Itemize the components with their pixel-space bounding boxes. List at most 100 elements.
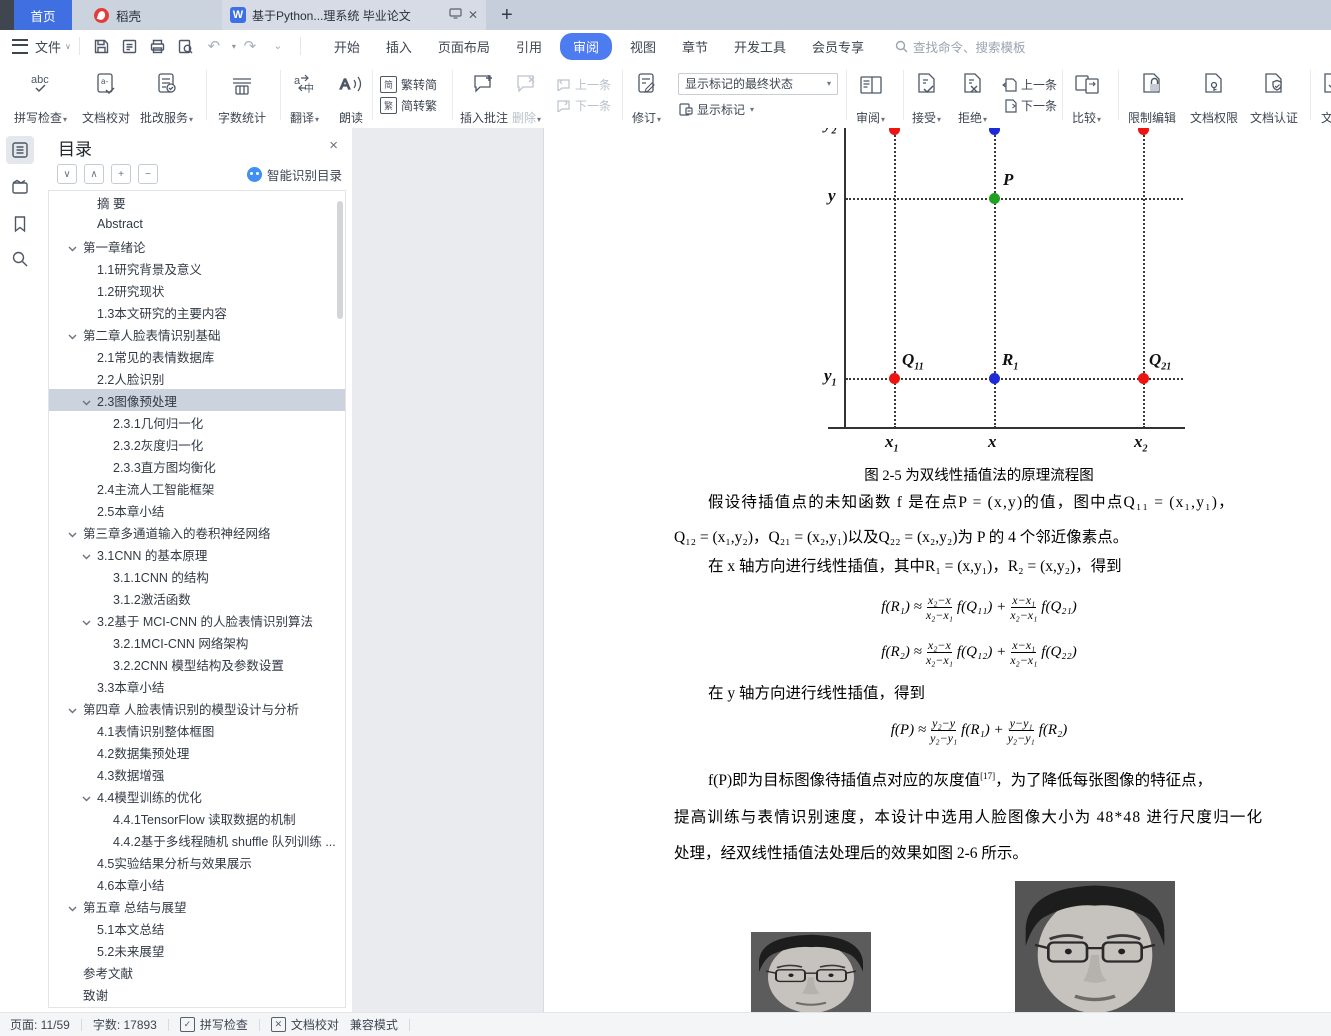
doc-proofread-button[interactable]: a- 文档校对 — [80, 67, 132, 129]
review-pane-button[interactable]: 审阅▾ — [854, 67, 887, 129]
toc-item[interactable]: 第五章 总结与展望 — [49, 895, 345, 917]
chevron-down-icon[interactable] — [68, 704, 77, 714]
next-revision-button[interactable]: 下一条 — [1002, 97, 1057, 114]
menu-tab-reference[interactable]: 引用 — [516, 37, 542, 56]
toc-item[interactable]: 3.2.1MCI-CNN 网络架构 — [49, 631, 345, 653]
menu-tab-start[interactable]: 开始 — [334, 37, 360, 56]
page-indicator[interactable]: 页面: 11/59 — [10, 1016, 70, 1033]
toc-item[interactable]: 1.3本文研究的主要内容 — [49, 301, 345, 323]
collapse-all-button[interactable]: ∨ — [57, 164, 77, 184]
word-count-button[interactable]: 字数统计 — [216, 67, 268, 129]
toc-item[interactable]: 4.1表情识别整体框图 — [49, 719, 345, 741]
spell-check-button[interactable]: abc 拼写检查▾ — [12, 67, 69, 129]
simp-to-trad-button[interactable]: 繁 简转繁 — [380, 97, 437, 114]
toc-item[interactable]: 第一章绪论 — [49, 235, 345, 257]
menu-tab-member[interactable]: 会员专享 — [812, 37, 864, 56]
export-pdf-button[interactable] — [119, 35, 141, 57]
smart-toc-button[interactable]: 智能识别目录 — [246, 165, 342, 184]
equation-2-3[interactable]: f(P) ≈ y₂−y y₂−y₁ f(R₁) + y−y₁ y₂−y₁ f(R₂)… — [674, 716, 1284, 746]
chevron-down-icon[interactable] — [82, 792, 91, 802]
toc-item[interactable]: 3.2.2CNN 模型结构及参数设置 — [49, 653, 345, 675]
track-changes-button[interactable]: 修订▾ — [630, 67, 663, 129]
more-quick-tools-icon[interactable]: ⌄ — [267, 35, 289, 57]
undo-button[interactable]: ↶ — [203, 35, 225, 57]
markup-state-dropdown[interactable]: 显示标记的最终状态 ▾ — [678, 72, 838, 95]
menu-tab-page-layout[interactable]: 页面布局 — [438, 37, 490, 56]
toc-item[interactable]: 2.3图像预处理 — [49, 389, 345, 411]
toc-item[interactable]: 4.6本章小结 — [49, 873, 345, 895]
trad-to-simp-button[interactable]: 简 繁转简 — [380, 76, 437, 93]
doc-permission-button[interactable]: 文档权限 — [1188, 67, 1240, 129]
compare-button[interactable]: 比较▾ — [1070, 67, 1103, 129]
bookmark-icon[interactable] — [6, 210, 34, 238]
paragraph-line[interactable]: 提高训练与表情识别速度，本设计中选用人脸图像大小为 48*48 进行尺度归一化 — [674, 806, 1263, 830]
toc-item[interactable]: 4.2数据集预处理 — [49, 741, 345, 763]
toc-item[interactable]: 2.1常见的表情数据库 — [49, 345, 345, 367]
prev-comment-button[interactable]: 上一条 — [556, 76, 611, 93]
paragraph-line[interactable]: 在 x 轴方向进行线性插值，其中R₁ = (x,y₁)，R₂ = (x,y₂)，… — [708, 555, 1122, 579]
prev-revision-button[interactable]: 上一条 — [1002, 76, 1057, 93]
file-menu[interactable]: 文件 — [35, 37, 61, 56]
accept-revision-button[interactable]: 接受▾ — [910, 67, 943, 129]
chevron-down-icon[interactable] — [82, 396, 91, 406]
toc-item[interactable]: 5.1本文总结 — [49, 917, 345, 939]
toc-item[interactable]: 2.5本章小结 — [49, 499, 345, 521]
figure-caption[interactable]: 图 2-5 为双线性插值法的原理流程图 — [544, 464, 1331, 485]
show-markup-button[interactable]: 显示标记 ▾ — [678, 101, 838, 118]
toc-panel-icon[interactable] — [6, 136, 34, 164]
face-photo-small[interactable] — [751, 932, 871, 1013]
expand-all-button[interactable]: ∧ — [84, 164, 104, 184]
doc-auth-button[interactable]: 文档认证 — [1248, 67, 1300, 129]
toc-item[interactable]: 2.2人脸识别 — [49, 367, 345, 389]
grading-service-button[interactable]: 批改服务▾ — [138, 67, 195, 129]
reject-revision-button[interactable]: 拒绝▾ — [956, 67, 989, 129]
translate-button[interactable]: a中 翻译▾ — [288, 67, 321, 129]
toc-item[interactable]: 4.4.2基于多线程随机 shuffle 队列训练 ... — [49, 829, 345, 851]
print-preview-button[interactable] — [175, 35, 197, 57]
document-page[interactable]: y2 y y1 x1 x x2 P Q11 R1 Q21 图 2-5 为双线性插… — [544, 128, 1331, 1013]
expand-level-button[interactable]: + — [111, 164, 131, 184]
equation-2-2[interactable]: f(R₂) ≈ x₂−x x₂−x₁ f(Q₁₂) + x−x₁ x₂−x₁ f(Q… — [674, 638, 1284, 668]
toc-item[interactable]: 1.2研究现状 — [49, 279, 345, 301]
doc-proof-toggle[interactable]: ✕ 文档校对 — [270, 1016, 339, 1033]
menu-tab-dev-tools[interactable]: 开发工具 — [734, 37, 786, 56]
chevron-down-icon[interactable] — [68, 330, 77, 340]
collapse-level-button[interactable]: − — [138, 164, 158, 184]
tab-docer[interactable]: 稻壳 — [72, 0, 222, 30]
tab-document[interactable]: W 基于Python...理系统 毕业论文 ✕ — [222, 0, 486, 30]
restrict-editing-button[interactable]: 限制编辑 — [1126, 67, 1178, 129]
toc-item[interactable]: 2.3.3直方图均衡化 — [49, 455, 345, 477]
paragraph-line[interactable]: f(P)即为目标图像待插值点对应的灰度值[17]，为了降低每张图像的特征点， — [708, 764, 1212, 793]
toc-item[interactable]: 3.3本章小结 — [49, 675, 345, 697]
toc-item[interactable]: 3.1CNN 的基本原理 — [49, 543, 345, 565]
toc-item[interactable]: 第二章人脸表情识别基础 — [49, 323, 345, 345]
menu-tab-insert[interactable]: 插入 — [386, 37, 412, 56]
toc-item[interactable]: 3.2基于 MCI-CNN 的人脸表情识别算法 — [49, 609, 345, 631]
delete-comment-button[interactable]: 删除▾ — [510, 67, 543, 129]
menu-tab-section[interactable]: 章节 — [682, 37, 708, 56]
print-button[interactable] — [147, 35, 169, 57]
paragraph-line[interactable]: 在 y 轴方向进行线性插值，得到 — [708, 682, 925, 706]
monitor-icon[interactable] — [449, 8, 462, 22]
new-tab-button[interactable]: + — [501, 5, 513, 25]
toc-item[interactable]: 第四章 人脸表情识别的模型设计与分析 — [49, 697, 345, 719]
insert-comment-button[interactable]: 插入批注 — [458, 67, 510, 129]
toc-item[interactable]: 致谢 — [49, 983, 345, 1005]
toc-item[interactable]: Abstract — [49, 213, 345, 235]
chapters-icon[interactable] — [6, 173, 34, 201]
toc-scrollbar-thumb[interactable] — [337, 201, 343, 319]
doc-assistant-button-clipped[interactable]: 文档 — [1316, 67, 1331, 129]
command-search[interactable]: 查找命令、搜索模板 — [895, 37, 1026, 56]
word-count-indicator[interactable]: 字数: 17893 — [93, 1016, 157, 1033]
paragraph-line[interactable]: 假设待插值点的未知函数 f 是在点P = (x,y)的值，图中点Q₁₁ = (x… — [708, 491, 1235, 515]
toc-item[interactable]: 3.1.1CNN 的结构 — [49, 565, 345, 587]
undo-caret-icon[interactable]: ▾ — [232, 42, 236, 51]
toc-item[interactable]: 2.3.2灰度归一化 — [49, 433, 345, 455]
toc-item[interactable]: 4.4.1TensorFlow 读取数据的机制 — [49, 807, 345, 829]
spell-check-toggle[interactable]: ✓ 拼写检查 — [179, 1016, 248, 1033]
toc-item[interactable]: 第三章多通道输入的卷积神经网络 — [49, 521, 345, 543]
close-tab-icon[interactable]: ✕ — [468, 8, 478, 22]
toc-item[interactable]: 3.1.2激活函数 — [49, 587, 345, 609]
toc-item[interactable]: 2.3.1几何归一化 — [49, 411, 345, 433]
save-button[interactable] — [91, 35, 113, 57]
